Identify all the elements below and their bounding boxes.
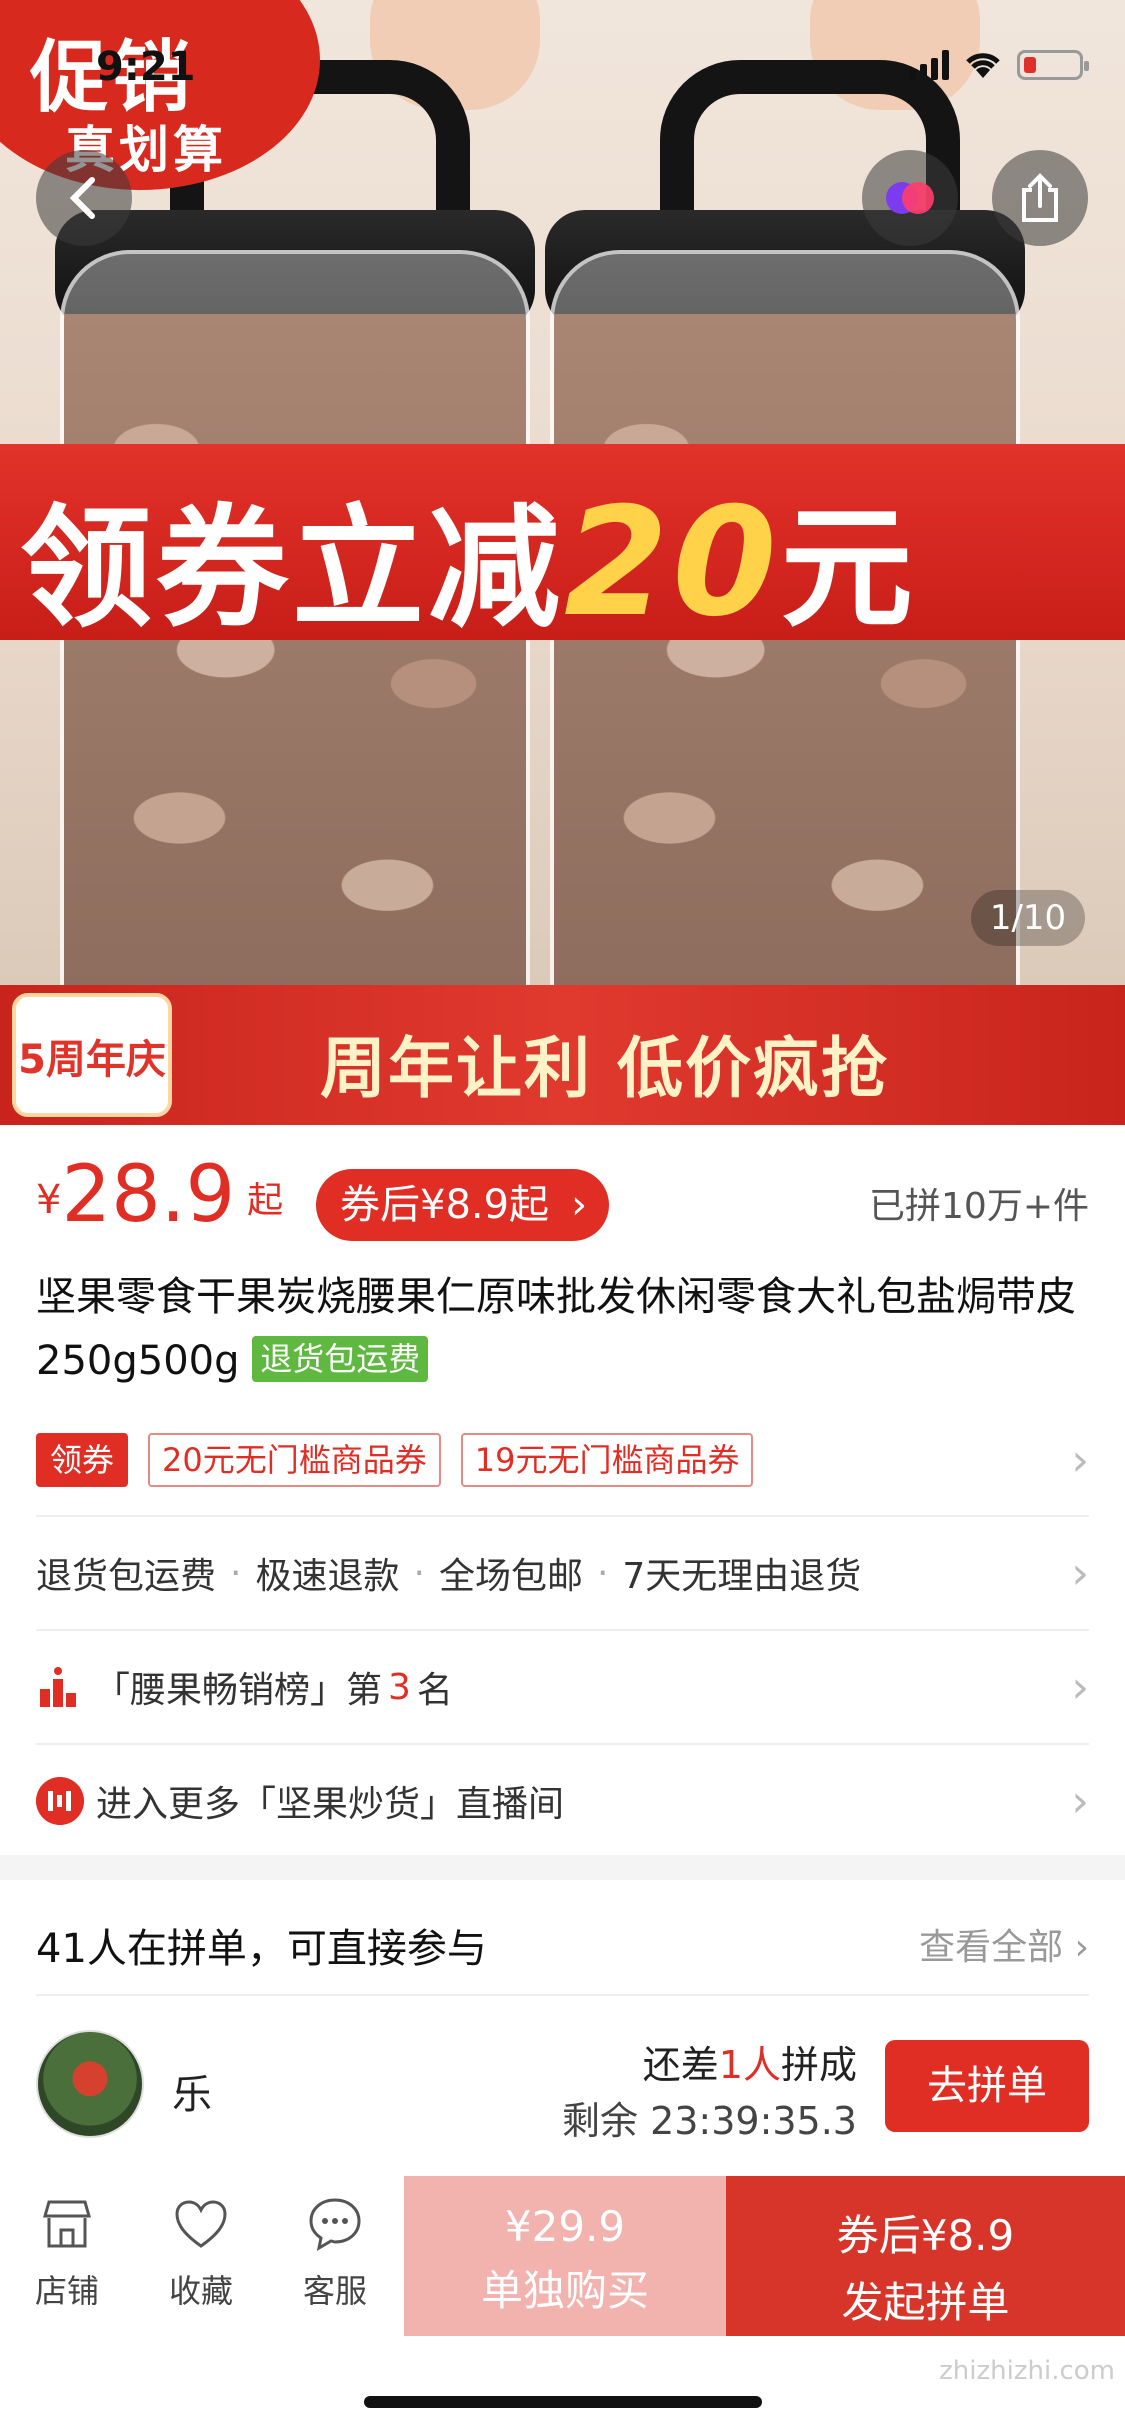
anniversary-slogan: 周年让利 低价疯抢 bbox=[320, 1030, 889, 1107]
need-people: 还差1人拼成 bbox=[642, 2043, 857, 2087]
product-page: 促销 真划算 领券立减20元 1/10 9:21 5周年庆 周年让利 低价疯抢 … bbox=[0, 0, 1125, 2436]
service-item: 退货包运费 bbox=[36, 1556, 217, 1597]
anniversary-banner[interactable]: 5周年庆 周年让利 低价疯抢 bbox=[0, 985, 1125, 1125]
group-price: 券后¥8.9 bbox=[836, 2211, 1015, 2260]
tab-customer-service[interactable]: 客服 bbox=[268, 2194, 402, 2312]
tab-label: 收藏 bbox=[168, 2272, 233, 2310]
chevron-right-icon: › bbox=[571, 1182, 588, 1228]
price-row: ¥ 28.9 起 bbox=[36, 1155, 283, 1235]
product-title: 坚果零食干果炭烧腰果仁原味批发休闲零食大礼包盐焗带皮250g500g 退货包运费 bbox=[36, 1265, 1096, 1393]
watermark: zhizhizhi.com bbox=[939, 2356, 1115, 2386]
price: 28.9 bbox=[61, 1150, 236, 1240]
status-time: 9:21 bbox=[96, 44, 196, 90]
service-row[interactable]: 退货包运费 · 极速退款 · 全场包邮 · 7天无理由退货 › bbox=[36, 1517, 1089, 1629]
image-counter: 1/10 bbox=[971, 890, 1085, 946]
tab-label: 店铺 bbox=[34, 2272, 99, 2310]
after-coupon-label: 券后¥8.9起 bbox=[340, 1182, 550, 1228]
live-icon bbox=[36, 1777, 84, 1825]
group-user-name: 乐 bbox=[172, 2072, 212, 2118]
solo-price: ¥29.9 bbox=[504, 2202, 626, 2251]
chevron-left-icon bbox=[69, 177, 95, 219]
chevron-right-icon: › bbox=[1071, 1775, 1089, 1827]
ranking-prefix: 「腰果畅销榜」第 bbox=[94, 1670, 383, 1711]
group-buy-section: 41人在拼单，可直接参与 查看全部 › 乐 还差1人拼成 剩余 23:39:35… bbox=[0, 1880, 1125, 2180]
live-room-text: 进入更多「坚果炒货」直播间 bbox=[96, 1784, 565, 1825]
coupon-chip[interactable]: 19元无门槛商品券 bbox=[460, 1433, 754, 1487]
coupon-banner: 领券立减20元 bbox=[0, 444, 1125, 650]
share-icon bbox=[1022, 173, 1058, 222]
currency-symbol: ¥ bbox=[36, 1177, 62, 1223]
home-indicator[interactable] bbox=[364, 2396, 762, 2408]
bottom-action-bar: 店铺 收藏 客服 ¥29.9 单独购买 券后¥8.9 发起拼单 zhizhizh… bbox=[0, 2176, 1125, 2436]
share-button[interactable] bbox=[992, 150, 1088, 246]
status-icons bbox=[909, 50, 1089, 80]
store-icon bbox=[43, 2200, 91, 2248]
product-image-carousel[interactable]: 促销 真划算 领券立减20元 1/10 9:21 bbox=[0, 0, 1125, 985]
chevron-right-icon: › bbox=[1071, 1547, 1089, 1599]
divider bbox=[36, 1994, 1089, 1996]
coupon-row[interactable]: 领券 20元无门槛商品券 19元无门槛商品券 › bbox=[36, 1430, 1089, 1490]
coupon-banner-prefix: 领券立减 bbox=[20, 492, 564, 646]
heart-icon bbox=[175, 2200, 227, 2248]
price-suffix: 起 bbox=[247, 1180, 284, 1221]
ranking-row[interactable]: 「腰果畅销榜」第 3 名 › bbox=[36, 1631, 1089, 1743]
battery-icon bbox=[1017, 50, 1089, 80]
ranking-icon bbox=[40, 1667, 76, 1707]
app-switch-button[interactable] bbox=[862, 150, 958, 246]
ranking-number: 3 bbox=[388, 1666, 411, 1708]
service-item: 极速退款 bbox=[255, 1556, 400, 1597]
avatar bbox=[36, 2030, 144, 2138]
coupon-chip[interactable]: 20元无门槛商品券 bbox=[148, 1433, 441, 1487]
wifi-icon bbox=[963, 50, 1003, 80]
chat-icon bbox=[309, 2198, 361, 2251]
solo-label: 单独购买 bbox=[480, 2266, 649, 2315]
back-button[interactable] bbox=[36, 150, 132, 246]
product-title-text: 坚果零食干果炭烧腰果仁原味批发休闲零食大礼包盐焗带皮250g500g bbox=[36, 1274, 1076, 1384]
live-room-row[interactable]: 进入更多「坚果炒货」直播间 › bbox=[36, 1745, 1089, 1857]
buy-alone-button[interactable]: ¥29.9 单独购买 bbox=[404, 2176, 726, 2336]
remaining-time: 剩余 23:39:35.3 bbox=[561, 2099, 857, 2143]
logo-circles-icon bbox=[886, 182, 934, 214]
coupon-label: 领券 bbox=[36, 1433, 129, 1487]
see-all-link[interactable]: 查看全部 › bbox=[919, 1918, 1089, 1970]
group-buy-header: 41人在拼单，可直接参与 bbox=[36, 1926, 487, 1972]
sold-count: 已拼10万+件 bbox=[869, 1186, 1089, 1227]
chevron-right-icon: › bbox=[1071, 1661, 1089, 1713]
anniversary-logo: 5周年庆 bbox=[12, 993, 172, 1117]
signal-icon bbox=[909, 50, 949, 80]
service-item: 全场包邮 bbox=[438, 1556, 583, 1597]
coupon-banner-suffix: 元 bbox=[780, 492, 917, 646]
service-item: 7天无理由退货 bbox=[622, 1556, 862, 1597]
after-coupon-price-button[interactable]: 券后¥8.9起 › bbox=[316, 1169, 610, 1241]
chevron-right-icon: › bbox=[1071, 1434, 1089, 1486]
join-group-button[interactable]: 去拼单 bbox=[885, 2040, 1089, 2132]
group-label: 发起拼单 bbox=[841, 2278, 1010, 2327]
tab-favorite[interactable]: 收藏 bbox=[134, 2194, 268, 2312]
tab-store[interactable]: 店铺 bbox=[0, 2194, 134, 2312]
ranking-suffix: 名 bbox=[416, 1670, 453, 1711]
tab-label: 客服 bbox=[302, 2272, 367, 2310]
start-group-button[interactable]: 券后¥8.9 发起拼单 bbox=[726, 2176, 1125, 2336]
free-return-tag: 退货包运费 bbox=[252, 1336, 429, 1382]
coupon-banner-amount: 20 bbox=[564, 476, 781, 650]
product-info: ¥ 28.9 起 券后¥8.9起 › 已拼10万+件 坚果零食干果炭烧腰果仁原味… bbox=[0, 1125, 1125, 1855]
